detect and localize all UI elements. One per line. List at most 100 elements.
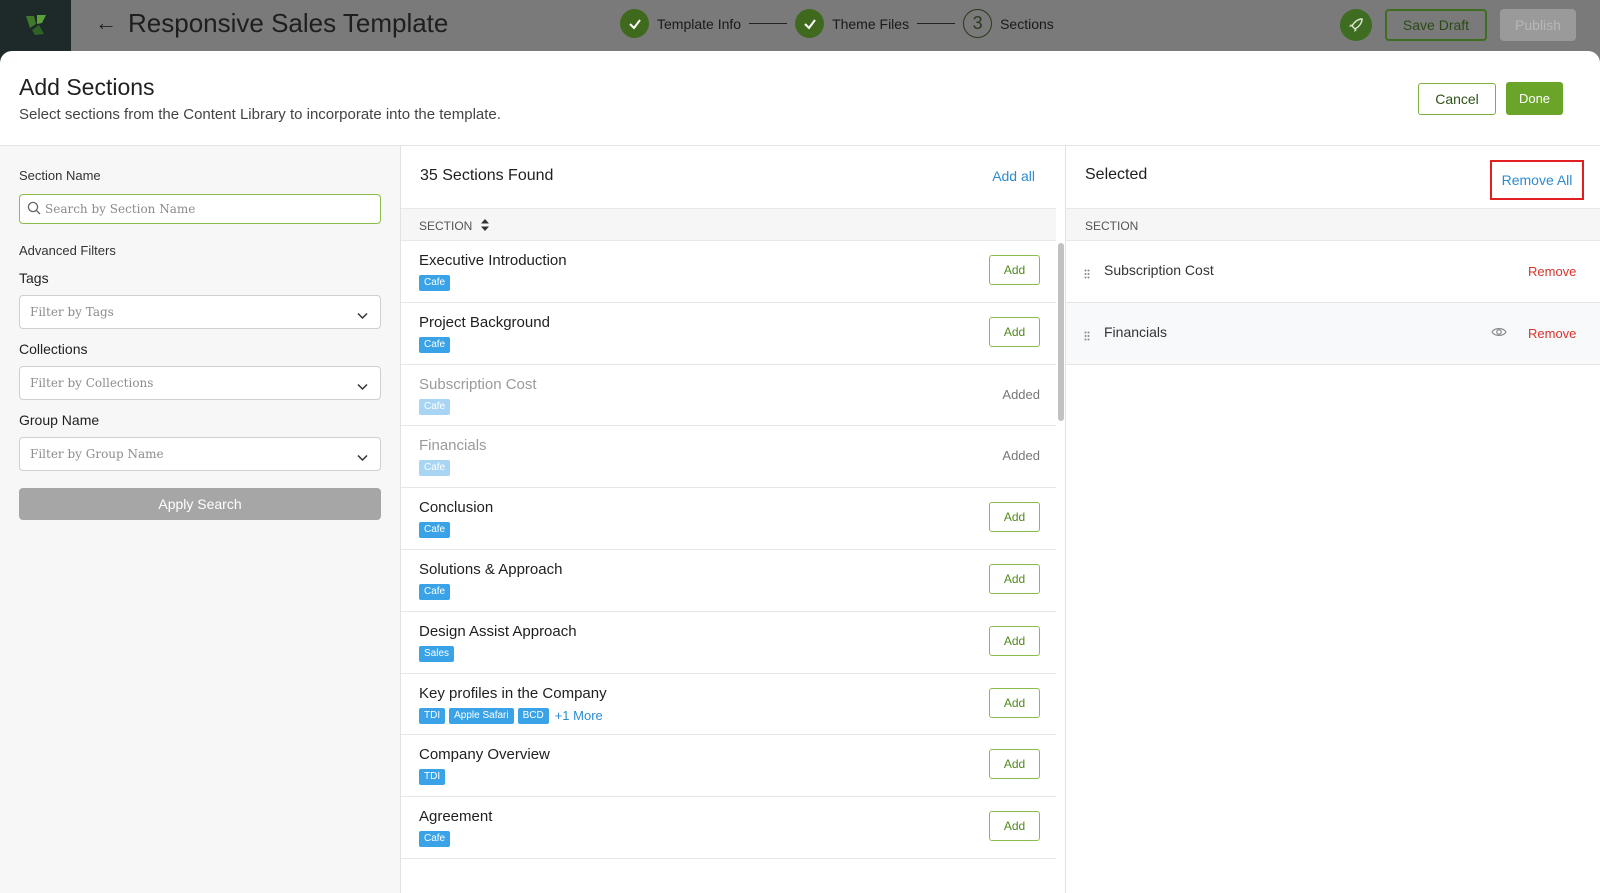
add-section-button[interactable]: Add: [989, 563, 1040, 594]
search-field[interactable]: [19, 194, 381, 224]
step-label: Theme Files: [832, 15, 910, 32]
drag-handle-icon[interactable]: [1084, 328, 1090, 346]
group-name-select[interactable]: Filter by Group Name: [19, 437, 381, 471]
section-title: Subscription Cost: [419, 375, 537, 393]
add-section-button[interactable]: Add: [989, 255, 1040, 285]
selected-list: Subscription Cost Remove Financials Remove: [1066, 241, 1600, 365]
tag-list: Cafe: [419, 583, 451, 600]
modal-title: Add Sections: [19, 74, 155, 100]
section-title: Agreement: [419, 808, 493, 826]
chevron-down-icon: [357, 307, 368, 325]
section-column-header[interactable]: SECTION: [401, 208, 1056, 241]
tags-label: Tags: [19, 270, 49, 286]
section-row: Design Assist Approach Sales Add: [401, 612, 1056, 674]
publish-button[interactable]: Publish: [1500, 9, 1576, 41]
tags-select[interactable]: Filter by Tags: [19, 295, 381, 329]
back-arrow-icon[interactable]: ←: [95, 10, 117, 36]
section-row: Conclusion Cafe Add: [401, 488, 1056, 550]
collections-select[interactable]: Filter by Collections: [19, 366, 381, 400]
selected-row: Financials Remove: [1066, 303, 1600, 365]
section-title: Financials: [419, 437, 487, 455]
tag-list: TDI Apple Safari BCD +1 More: [419, 707, 603, 724]
section-title: Project Background: [419, 313, 550, 331]
tag-badge: Apple Safari: [449, 707, 514, 724]
tag-badge: Cafe: [419, 336, 451, 353]
remove-section-link[interactable]: Remove: [1528, 326, 1576, 341]
step-connector: [917, 22, 956, 25]
sections-found-count: 35 Sections Found: [420, 167, 554, 184]
tag-list: TDI: [419, 769, 446, 786]
selected-title: Selected: [1085, 166, 1148, 183]
selected-row: Subscription Cost Remove: [1066, 241, 1600, 303]
tag-badge: Cafe: [419, 583, 451, 600]
selected-column-header: SECTION: [1066, 208, 1600, 241]
section-row: Project Background Cafe Add: [401, 303, 1056, 365]
chevron-down-icon: [357, 449, 368, 467]
step-template-info[interactable]: Template Info: [620, 9, 741, 38]
tag-list: Cafe: [419, 460, 451, 477]
section-name-label: Section Name: [19, 168, 101, 183]
section-title: Key profiles in the Company: [419, 684, 607, 702]
remove-section-link[interactable]: Remove: [1528, 264, 1576, 279]
section-title: Conclusion: [419, 499, 494, 517]
collections-placeholder: Filter by Collections: [30, 376, 154, 390]
step-number: 3: [963, 9, 993, 38]
add-section-button[interactable]: Add: [989, 502, 1040, 533]
modal-header: Add Sections Select sections from the Co…: [0, 51, 1600, 146]
step-sections[interactable]: 3 Sections: [963, 9, 1054, 38]
tag-badge: Cafe: [419, 398, 451, 415]
check-icon: [795, 9, 825, 38]
step-theme-files[interactable]: Theme Files: [795, 9, 909, 38]
add-section-button[interactable]: Add: [989, 811, 1040, 842]
search-icon: [27, 201, 41, 220]
section-row: Executive Introduction Cafe Add: [401, 241, 1056, 303]
add-section-button[interactable]: Add: [989, 687, 1040, 718]
sections-list: Executive Introduction Cafe Add Project Bac…: [401, 241, 1056, 859]
cancel-button[interactable]: Cancel: [1418, 83, 1496, 115]
filters-panel: Section Name Advanced Filters Tags Filte…: [0, 146, 401, 893]
search-input[interactable]: [45, 199, 375, 219]
column-label: SECTION: [1085, 219, 1139, 233]
section-row: Agreement Cafe Add: [401, 797, 1056, 859]
tag-badge: TDI: [419, 707, 446, 724]
selected-section-name: Financials: [1104, 324, 1168, 340]
logo-icon: [25, 15, 46, 35]
tag-badge: Cafe: [419, 275, 451, 291]
modal-subtitle: Select sections from the Content Library…: [19, 106, 501, 123]
selected-section-name: Subscription Cost: [1104, 262, 1214, 278]
check-icon: [620, 9, 649, 38]
column-label: SECTION: [419, 219, 473, 233]
add-section-button[interactable]: Add: [989, 316, 1040, 347]
section-row: Financials Cafe Added: [401, 426, 1056, 489]
stepper: Template Info Theme Files 3 Sections: [620, 9, 1054, 38]
add-all-link[interactable]: Add all: [992, 168, 1035, 184]
collections-label: Collections: [19, 341, 88, 357]
tag-list: Sales: [419, 645, 455, 662]
sort-icon[interactable]: [481, 219, 489, 231]
added-status: Added: [1002, 386, 1040, 402]
step-label: Sections: [1000, 15, 1054, 32]
tag-list: Cafe: [419, 522, 451, 539]
done-button[interactable]: Done: [1506, 82, 1563, 115]
advanced-filters-label: Advanced Filters: [19, 243, 116, 258]
add-section-button[interactable]: Add: [989, 749, 1040, 780]
app-logo[interactable]: [0, 0, 71, 50]
preview-eye-icon[interactable]: [1491, 325, 1507, 343]
tag-list: Cafe: [419, 275, 451, 291]
tag-badge: Cafe: [419, 831, 451, 848]
tags-placeholder: Filter by Tags: [30, 305, 114, 319]
tag-list: Cafe: [419, 336, 451, 353]
selected-panel: Selected Remove All SECTION Subscription…: [1066, 146, 1600, 893]
section-row: Company Overview TDI Add: [401, 735, 1056, 798]
rocket-icon[interactable]: [1340, 9, 1372, 41]
drag-handle-icon[interactable]: [1084, 266, 1090, 284]
add-section-button[interactable]: Add: [989, 625, 1040, 656]
more-tags-link[interactable]: +1 More: [555, 708, 603, 723]
section-title: Solutions & Approach: [419, 560, 563, 578]
remove-all-link[interactable]: Remove All: [1490, 160, 1584, 200]
apply-search-button[interactable]: Apply Search: [19, 488, 381, 520]
chevron-down-icon: [357, 378, 368, 396]
section-title: Company Overview: [419, 746, 550, 764]
list-scrollbar[interactable]: [1058, 243, 1064, 421]
save-draft-button[interactable]: Save Draft: [1385, 9, 1487, 41]
